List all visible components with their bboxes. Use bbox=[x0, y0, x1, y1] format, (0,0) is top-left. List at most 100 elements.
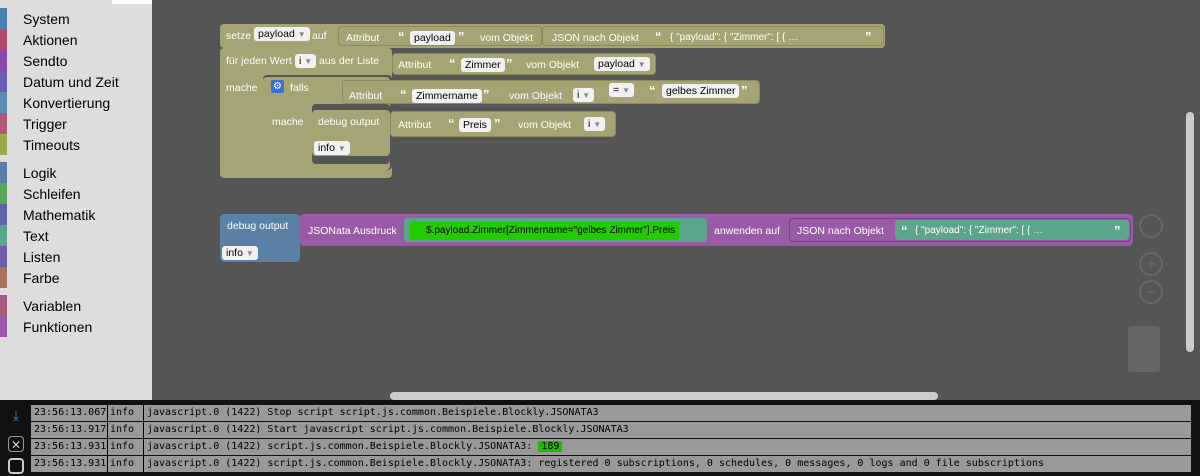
foreach-attr-value[interactable]: Zimmer bbox=[461, 58, 505, 72]
category-label: Farbe bbox=[23, 269, 60, 286]
debug-vom-label: vom Objekt bbox=[518, 119, 572, 131]
copy-icon[interactable] bbox=[8, 458, 24, 474]
foreach-obj-dropdown[interactable]: payload ▼ bbox=[594, 57, 650, 71]
category-farbe[interactable]: Farbe bbox=[0, 267, 152, 288]
quote-close-icon: ” bbox=[483, 87, 490, 102]
quote-open-icon: “ bbox=[400, 87, 407, 102]
category-aktionen[interactable]: Aktionen bbox=[0, 29, 152, 50]
category-listen[interactable]: Listen bbox=[0, 246, 152, 267]
category-color-bar bbox=[0, 267, 7, 288]
jsonata-label: JSONata Ausdruck bbox=[308, 225, 397, 237]
category-timeouts[interactable]: Timeouts bbox=[0, 134, 152, 155]
if-vom-label: vom Objekt bbox=[509, 90, 563, 102]
category-variablen[interactable]: Variablen bbox=[0, 295, 152, 316]
quote-close-icon: ” bbox=[458, 29, 465, 44]
if-attr-value[interactable]: Zimmername bbox=[412, 89, 482, 103]
category-color-bar bbox=[0, 183, 7, 204]
category-mathematik[interactable]: Mathematik bbox=[0, 204, 152, 225]
category-label: Trigger bbox=[23, 115, 67, 132]
zoom-in-icon[interactable]: + bbox=[1139, 252, 1163, 276]
category-schleifen[interactable]: Schleifen bbox=[0, 183, 152, 204]
category-label: Aktionen bbox=[23, 31, 78, 48]
if-op-dropdown[interactable]: = ▼ bbox=[609, 83, 634, 97]
category-color-bar bbox=[0, 50, 7, 71]
debug2-level-dropdown[interactable]: info ▼ bbox=[222, 246, 258, 260]
category-color-bar bbox=[0, 246, 7, 267]
quote-close-icon: ” bbox=[506, 56, 513, 71]
log-message: javascript.0 (1422) Start javascript scr… bbox=[147, 424, 629, 435]
category-logik[interactable]: Logik bbox=[0, 162, 152, 183]
category-funktionen[interactable]: Funktionen bbox=[0, 316, 152, 337]
horizontal-scrollbar[interactable] bbox=[390, 392, 938, 400]
category-system[interactable]: System bbox=[0, 8, 152, 29]
debug-obj-dropdown[interactable]: i ▼ bbox=[584, 117, 606, 131]
log-level: info bbox=[108, 456, 144, 472]
category-sendto[interactable]: Sendto bbox=[0, 50, 152, 71]
log-level: info bbox=[108, 439, 144, 455]
vertical-scrollbar[interactable] bbox=[1186, 112, 1194, 352]
category-label: Schleifen bbox=[23, 185, 81, 202]
debug-level-dropdown[interactable]: info ▼ bbox=[314, 141, 350, 155]
download-icon[interactable]: ⤓ bbox=[8, 406, 24, 424]
category-label: Funktionen bbox=[23, 318, 93, 335]
debug-attr-label: Attribut bbox=[398, 119, 432, 131]
debug-attr-value[interactable]: Preis bbox=[459, 118, 491, 132]
category-datum-und-zeit[interactable]: Datum und Zeit bbox=[0, 71, 152, 92]
category-color-bar bbox=[0, 71, 7, 92]
category-color-bar bbox=[0, 134, 7, 155]
category-konvertierung[interactable]: Konvertierung bbox=[0, 92, 152, 113]
if-do-label: mache bbox=[272, 116, 304, 128]
category-trigger[interactable]: Trigger bbox=[0, 113, 152, 134]
category-color-bar bbox=[0, 8, 7, 29]
gear-icon[interactable]: ⚙ bbox=[271, 80, 284, 93]
set-var-dropdown[interactable]: payload ▼ bbox=[254, 27, 310, 41]
category-color-bar bbox=[0, 204, 7, 225]
set-label: setze bbox=[226, 30, 252, 42]
category-label: Timeouts bbox=[23, 136, 81, 153]
apply-json-value[interactable]: { "payload": { "Zimmer": [ { … bbox=[915, 224, 1043, 238]
category-color-bar bbox=[0, 295, 7, 316]
category-color-bar bbox=[0, 29, 7, 50]
category-color-bar bbox=[0, 162, 7, 183]
category-label: Sendto bbox=[23, 52, 68, 69]
category-label: System bbox=[23, 10, 70, 27]
if-label: falls bbox=[290, 82, 309, 94]
foreach-attr-label: Attribut bbox=[398, 59, 432, 71]
apply-json-label: JSON nach Objekt bbox=[797, 225, 884, 237]
category-label: Konvertierung bbox=[23, 94, 111, 111]
quote-close-icon: ” bbox=[865, 29, 872, 44]
zoom-out-icon[interactable]: − bbox=[1139, 280, 1163, 304]
trash-icon[interactable] bbox=[1128, 326, 1160, 372]
log-row: 23:56:13.067 info javascript.0 (1422) Stop… bbox=[31, 405, 1191, 421]
foreach-var-dropdown[interactable]: i ▼ bbox=[295, 54, 317, 68]
blockly-workspace[interactable]: setze payload ▼ auf Attribut “ payload ”… bbox=[152, 0, 1200, 400]
if-obj-dropdown[interactable]: i ▼ bbox=[573, 88, 595, 102]
set-attr-value[interactable]: payload bbox=[410, 31, 455, 45]
category-label: Datum und Zeit bbox=[23, 73, 119, 90]
target-icon[interactable] bbox=[1139, 214, 1163, 238]
category-color-bar bbox=[0, 113, 7, 134]
log-highlight: 189 bbox=[538, 441, 563, 452]
log-level: info bbox=[108, 422, 144, 438]
foreach-label: für jeden Wert bbox=[226, 55, 292, 67]
quote-open-icon: “ bbox=[448, 116, 455, 131]
if-compare-value[interactable]: gelbes Zimmer bbox=[662, 84, 740, 98]
category-color-bar bbox=[0, 92, 7, 113]
category-label: Text bbox=[23, 227, 49, 244]
apply-label: anwenden auf bbox=[714, 225, 780, 237]
jsonata-expr-value[interactable]: $.payload.Zimmer[Zimmername="gelbes Zimm… bbox=[410, 222, 680, 240]
set-json-value[interactable]: { "payload": { "Zimmer": [ { … bbox=[670, 31, 798, 45]
category-text[interactable]: Text bbox=[0, 225, 152, 246]
category-color-bar bbox=[0, 316, 7, 337]
log-message: javascript.0 (1422) script.js.common.Bei… bbox=[144, 439, 563, 455]
quote-close-icon: ” bbox=[494, 116, 501, 131]
category-label: Mathematik bbox=[23, 206, 96, 223]
log-row: 23:56:13.931 info javascript.0 (1422) scri… bbox=[31, 456, 1191, 472]
category-label: Listen bbox=[23, 248, 61, 265]
set-vom-label: vom Objekt bbox=[480, 32, 534, 44]
log-time: 23:56:13.931 bbox=[31, 456, 108, 472]
log-row: 23:56:13.917 info javascript.0 (1422) Star… bbox=[31, 422, 1191, 438]
log-row: 23:56:13.931 info javascript.0 (1422) scri… bbox=[31, 439, 1191, 455]
quote-close-icon: ” bbox=[1114, 223, 1121, 238]
clear-log-icon[interactable]: ✕ bbox=[8, 436, 24, 452]
